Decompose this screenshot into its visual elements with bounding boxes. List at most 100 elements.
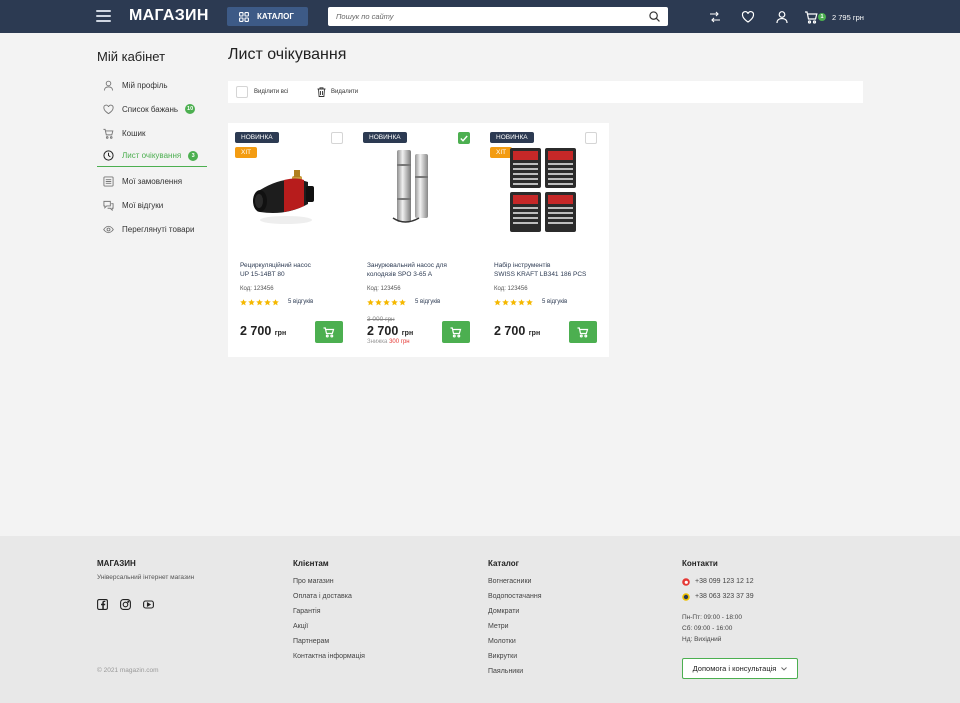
lifecell-icon — [682, 593, 690, 601]
cart-total[interactable]: 2 795 грн — [832, 13, 864, 22]
star-icon — [383, 299, 390, 306]
footer-link[interactable]: Гарантія — [293, 608, 321, 615]
chevron-down-icon — [781, 666, 788, 671]
star-icon — [240, 299, 247, 306]
sidebar-item-profile[interactable]: Мій профіль — [97, 74, 207, 96]
add-to-cart-button[interactable] — [315, 321, 343, 343]
footer-link[interactable]: Акції — [293, 623, 308, 630]
product-checkbox[interactable] — [331, 132, 343, 144]
select-all-label[interactable]: Виділити всі — [254, 89, 288, 95]
footer-link[interactable]: Водопостачання — [488, 593, 542, 600]
footer-link[interactable]: Викрутки — [488, 653, 517, 660]
product-price: 2 700 грн — [494, 324, 541, 338]
sidebar-item-waitlist[interactable]: Лист очікування 3 — [97, 145, 207, 167]
facebook-icon[interactable] — [97, 599, 108, 610]
star-icon — [264, 299, 271, 306]
search-input[interactable] — [336, 12, 649, 21]
footer-link[interactable]: Контактна інформація — [293, 653, 365, 660]
catalog-label: КАТАЛОГ — [257, 12, 294, 21]
reviews-link[interactable]: 5 відгуків — [542, 299, 567, 305]
product-code: Код: 123456 — [494, 286, 528, 292]
reviews-link[interactable]: 5 відгуків — [288, 299, 313, 305]
youtube-icon[interactable] — [143, 599, 154, 610]
product-checkbox[interactable] — [585, 132, 597, 144]
trash-icon[interactable] — [317, 87, 326, 97]
product-price: 2 700 грн — [367, 324, 414, 338]
sidebar-item-orders[interactable]: Мої замовлення — [97, 170, 207, 192]
cart-count-badge: 1 — [818, 13, 826, 21]
eye-icon — [102, 223, 114, 235]
sidebar-item-label: Мій профіль — [122, 80, 168, 90]
footer-link[interactable]: Домкрати — [488, 608, 519, 615]
star-icon — [375, 299, 382, 306]
star-icon — [399, 299, 406, 306]
cart-icon — [323, 326, 335, 338]
reviews-icon — [102, 199, 114, 211]
select-all-checkbox[interactable] — [236, 86, 248, 98]
phone-number[interactable]: +38 063 323 37 39 — [695, 593, 754, 600]
star-icon — [367, 299, 374, 306]
site-logo[interactable]: МАГАЗИН — [129, 6, 209, 26]
add-to-cart-button[interactable] — [569, 321, 597, 343]
product-code: Код: 123456 — [367, 286, 401, 292]
product-code: Код: 123456 — [240, 286, 274, 292]
product-name[interactable]: Рециркуляційний насос UP 15-14BT 80 — [240, 261, 311, 279]
search-bar — [328, 7, 668, 26]
cart-icon[interactable] — [804, 10, 818, 24]
badge-new: НОВИНКА — [490, 132, 534, 143]
footer-contacts-title: Контакти — [682, 559, 718, 568]
footer-link[interactable]: Вогнегасники — [488, 578, 531, 585]
orders-icon — [102, 175, 114, 187]
catalog-button[interactable]: КАТАЛОГ — [227, 7, 308, 26]
compare-icon[interactable] — [708, 10, 722, 24]
check-icon — [460, 135, 468, 142]
toolset-image — [510, 148, 576, 232]
help-consultation-button[interactable]: Допомога і консультація — [682, 658, 798, 679]
working-hours: Пн-Пт: 09:00 - 18:00 — [682, 614, 742, 621]
badge-hit: ХІТ — [235, 147, 258, 158]
rating-stars — [367, 299, 406, 306]
heart-icon[interactable] — [741, 10, 755, 24]
sidebar-item-cart[interactable]: Кошик — [97, 122, 207, 144]
star-icon — [518, 299, 525, 306]
footer-link[interactable]: Метри — [488, 623, 509, 630]
user-icon[interactable] — [775, 10, 789, 24]
product-price: 2 700 грн — [240, 324, 287, 338]
footer-link[interactable]: Паяльники — [488, 668, 523, 675]
user-icon — [102, 79, 114, 91]
discount-info: Знижка 300 грн — [367, 339, 410, 345]
badge-new: НОВИНКА — [235, 132, 279, 143]
star-icon — [272, 299, 279, 306]
sidebar-item-label: Кошик — [122, 128, 146, 138]
delete-button[interactable]: Видалити — [331, 89, 358, 95]
footer-catalog-title: Каталог — [488, 559, 519, 568]
sidebar-item-reviews[interactable]: Мої відгуки — [97, 194, 207, 216]
clock-icon — [102, 150, 114, 162]
sidebar-item-wishlist[interactable]: Список бажань 10 — [97, 98, 207, 120]
footer-link[interactable]: Оплата і доставка — [293, 593, 352, 600]
product-name[interactable]: Занурювальний насос для колодязів SPO 3-… — [367, 261, 447, 279]
help-button-label: Допомога і консультація — [692, 664, 777, 673]
footer-tagline: Універсальний інтернет магазин — [97, 574, 195, 581]
phone-number[interactable]: +38 099 123 12 12 — [695, 578, 754, 585]
search-icon[interactable] — [649, 11, 660, 22]
reviews-link[interactable]: 5 відгуків — [415, 299, 440, 305]
footer-link[interactable]: Партнерам — [293, 638, 329, 645]
instagram-icon[interactable] — [120, 599, 131, 610]
page-title: Лист очікування — [228, 46, 347, 63]
footer-brand: МАГАЗИН — [97, 559, 136, 568]
star-icon — [502, 299, 509, 306]
menu-icon[interactable] — [96, 10, 111, 22]
sidebar-item-label: Лист очікування — [122, 151, 182, 160]
star-icon — [494, 299, 501, 306]
footer — [0, 536, 960, 703]
pump-image — [253, 170, 314, 224]
copyright: © 2021 magazin.com — [97, 667, 159, 674]
sidebar-item-viewed[interactable]: Переглянуті товари — [97, 218, 207, 240]
footer-link[interactable]: Молотки — [488, 638, 516, 645]
footer-clients-title: Клієнтам — [293, 559, 329, 568]
product-name[interactable]: Набір інструментів SWISS KRAFT LB341 186… — [494, 261, 586, 279]
footer-link[interactable]: Про магазин — [293, 578, 334, 585]
add-to-cart-button[interactable] — [442, 321, 470, 343]
product-checkbox[interactable] — [458, 132, 470, 144]
